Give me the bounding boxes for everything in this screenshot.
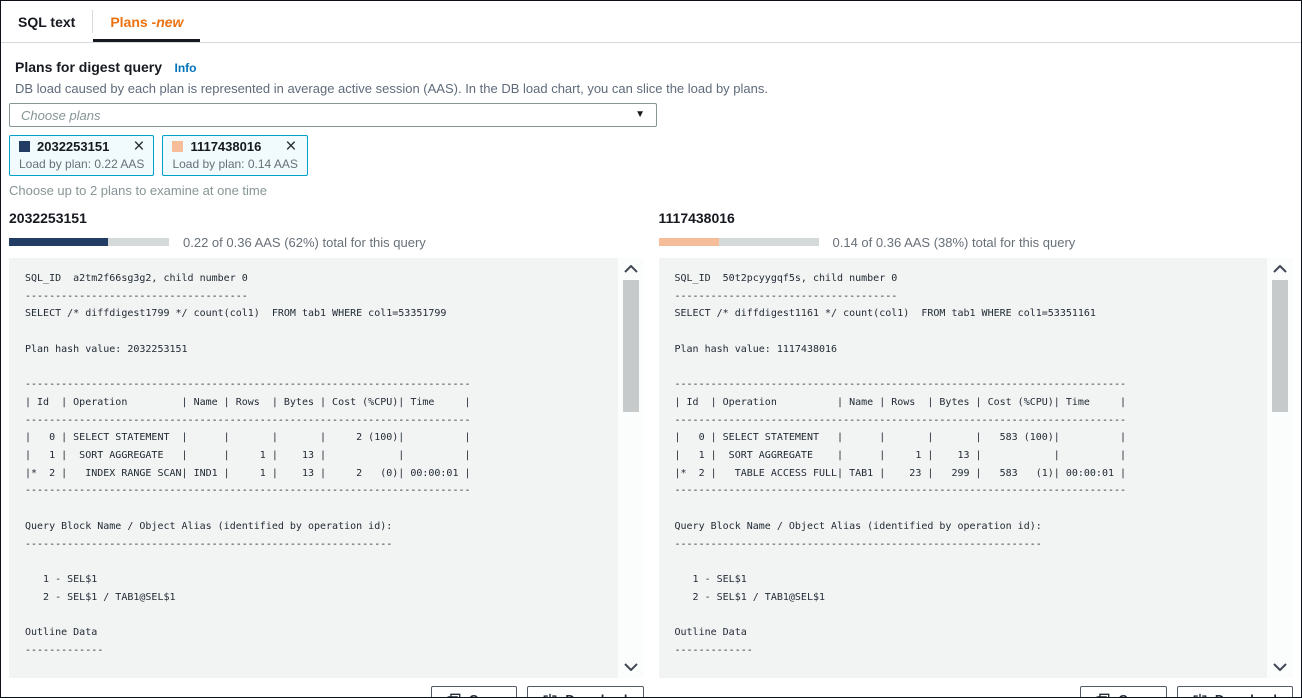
copy-button[interactable]: Copy [1080,686,1167,698]
plan-color-swatch [19,141,30,152]
plans-window: SQL text Plans - new Plans for digest qu… [0,0,1302,698]
plan-panels: 2032253151 0.22 of 0.36 AAS (62%) total … [9,210,1293,698]
panel-title: 2032253151 [9,210,644,226]
copy-icon [447,693,461,698]
tab-sql-text-label: SQL text [18,14,75,30]
scroll-thumb[interactable] [623,280,639,412]
plan-id: 2032253151 [37,139,109,154]
plan-panel-left: 2032253151 0.22 of 0.36 AAS (62%) total … [9,210,644,698]
info-link[interactable]: Info [175,61,197,75]
plans-select-placeholder: Choose plans [21,108,635,123]
scroll-down-icon[interactable] [1273,656,1287,678]
copy-button[interactable]: Copy [431,686,518,698]
content-area: Plans for digest query Info DB load caus… [1,43,1301,698]
plan-code: SQL_ID 50t2pcyygqf5s, child number 0 ---… [659,258,1294,678]
plan-code-box[interactable]: SQL_ID 50t2pcyygqf5s, child number 0 ---… [659,258,1294,678]
download-button-label: Download [1215,692,1277,698]
plan-panel-right: 1117438016 0.14 of 0.36 AAS (38%) total … [659,210,1294,698]
plan-color-swatch [172,141,183,152]
scrollbar [1267,258,1293,678]
load-bar [9,238,169,246]
download-icon [1193,693,1207,698]
plan-id: 1117438016 [190,139,261,154]
download-button-label: Download [565,692,627,698]
scroll-down-icon[interactable] [624,656,638,678]
download-button[interactable]: Download [1177,686,1293,698]
chevron-down-icon: ▼ [635,110,645,120]
tab-plans-new-badge: new [156,14,183,30]
copy-button-label: Copy [469,692,502,698]
close-icon[interactable]: × [133,141,144,152]
download-button[interactable]: Download [527,686,643,698]
copy-icon [1096,693,1110,698]
tab-sql-text[interactable]: SQL text [1,1,92,42]
panel-title: 1117438016 [659,210,1294,226]
load-stat: 0.14 of 0.36 AAS (38%) total for this qu… [833,235,1076,250]
scroll-thumb[interactable] [1272,280,1288,412]
plan-code-box[interactable]: SQL_ID a2tm2f66sg3g2, child number 0 ---… [9,258,644,678]
tab-plans-new[interactable]: Plans - new [93,1,200,42]
tab-plans-label: Plans - [110,14,156,30]
download-icon [543,693,557,698]
plan-load-label: Load by plan: 0.22 AAS [19,157,144,171]
close-icon[interactable]: × [285,141,296,152]
tab-bar: SQL text Plans - new [1,1,1301,43]
scroll-up-icon[interactable] [624,258,638,280]
plans-select[interactable]: Choose plans ▼ [9,103,657,127]
load-stat: 0.22 of 0.36 AAS (62%) total for this qu… [183,235,426,250]
load-bar-fill [659,238,720,246]
helper-text: Choose up to 2 plans to examine at one t… [9,183,1293,198]
copy-button-label: Copy [1118,692,1151,698]
plan-code: SQL_ID a2tm2f66sg3g2, child number 0 ---… [9,258,644,678]
scrollbar [618,258,644,678]
plan-token: 1117438016 × Load by plan: 0.14 AAS [162,135,307,176]
load-bar-fill [9,238,108,246]
page-description: DB load caused by each plan is represent… [9,81,1293,96]
load-bar [659,238,819,246]
scroll-up-icon[interactable] [1273,258,1287,280]
plan-token: 2032253151 × Load by plan: 0.22 AAS [9,135,154,176]
page-title: Plans for digest query [15,59,162,75]
plan-load-label: Load by plan: 0.14 AAS [172,157,297,171]
selected-plan-tokens: 2032253151 × Load by plan: 0.22 AAS 1117… [9,135,1293,176]
